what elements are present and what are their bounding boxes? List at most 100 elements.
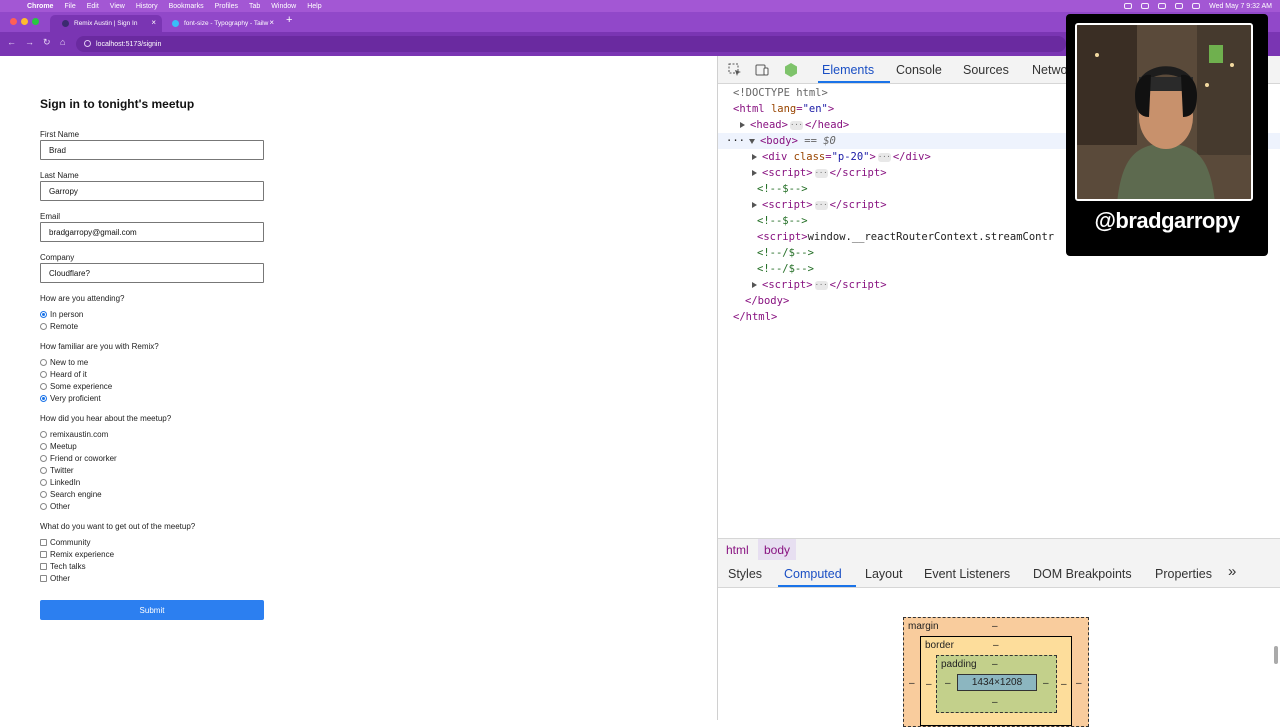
browser-tab-active[interactable]: Remix Austin | Sign In × bbox=[50, 15, 162, 32]
menu-bar-clock[interactable]: Wed May 7 9:32 AM bbox=[1209, 3, 1272, 10]
checkbox-icon[interactable] bbox=[40, 538, 47, 546]
tab-event-listeners[interactable]: Event Listeners bbox=[924, 567, 1010, 581]
tab-network[interactable]: Netwo bbox=[1032, 63, 1067, 77]
radio-icon[interactable] bbox=[40, 454, 47, 462]
reload-icon[interactable]: ↻ bbox=[43, 37, 51, 48]
expand-triangle-icon[interactable] bbox=[752, 154, 757, 160]
address-bar[interactable]: localhost:5173/signin bbox=[76, 36, 1066, 52]
company-input[interactable] bbox=[40, 263, 264, 283]
checkbox-icon[interactable] bbox=[40, 550, 47, 558]
box-model-content-size[interactable]: 1434×1208 bbox=[957, 674, 1037, 691]
status-icon[interactable] bbox=[1124, 3, 1133, 9]
source-option-friend[interactable]: Friend or coworker bbox=[40, 453, 117, 463]
tab-layout[interactable]: Layout bbox=[865, 567, 903, 581]
browser-tab[interactable]: font-size - Typography - Tailw × bbox=[160, 15, 280, 32]
menu-profiles[interactable]: Profiles bbox=[215, 3, 238, 10]
collapsed-content-icon[interactable]: ··· bbox=[814, 280, 828, 290]
source-option-search[interactable]: Search engine bbox=[40, 489, 102, 499]
familiarity-option-some[interactable]: Some experience bbox=[40, 381, 112, 391]
dom-node-script[interactable]: < script > ··· </script > bbox=[718, 277, 1280, 293]
familiarity-option-very[interactable]: Very proficient bbox=[40, 393, 101, 403]
source-option-website[interactable]: remixaustin.com bbox=[40, 429, 108, 439]
radio-icon[interactable] bbox=[40, 382, 47, 390]
radio-icon[interactable] bbox=[40, 322, 47, 330]
last-name-input[interactable] bbox=[40, 181, 264, 201]
collapsed-content-icon[interactable]: ··· bbox=[814, 200, 828, 210]
breadcrumb-body[interactable]: body bbox=[758, 539, 797, 560]
box-model-padding[interactable]: padding – – – – 1434×1208 bbox=[936, 655, 1057, 713]
home-icon[interactable]: ⌂ bbox=[60, 37, 65, 47]
expand-triangle-icon[interactable] bbox=[740, 122, 745, 128]
tab-properties[interactable]: Properties bbox=[1155, 567, 1212, 581]
status-icon[interactable] bbox=[1175, 3, 1184, 9]
radio-icon[interactable] bbox=[40, 466, 47, 474]
tab-console[interactable]: Console bbox=[896, 63, 942, 77]
expand-triangle-icon[interactable] bbox=[752, 282, 757, 288]
window-close-icon[interactable] bbox=[10, 18, 17, 25]
checkbox-icon[interactable] bbox=[40, 562, 47, 570]
menu-tab[interactable]: Tab bbox=[249, 3, 260, 10]
vue-devtools-icon[interactable] bbox=[784, 63, 798, 77]
dom-node-body-close[interactable]: </body > bbox=[718, 293, 1280, 309]
menu-edit[interactable]: Edit bbox=[87, 3, 99, 10]
source-option-linkedin[interactable]: LinkedIn bbox=[40, 477, 80, 487]
familiarity-option-heard[interactable]: Heard of it bbox=[40, 369, 87, 379]
source-option-meetup[interactable]: Meetup bbox=[40, 441, 77, 451]
checkbox-icon[interactable] bbox=[40, 574, 47, 582]
forward-icon[interactable]: → bbox=[25, 37, 34, 47]
dom-node-html-close[interactable]: </html > bbox=[718, 309, 1280, 325]
tab-elements[interactable]: Elements bbox=[822, 63, 874, 77]
more-tabs-icon[interactable]: » bbox=[1228, 563, 1236, 580]
attending-option-in-person[interactable]: In person bbox=[40, 309, 83, 319]
radio-icon[interactable] bbox=[40, 502, 47, 510]
window-minimize-icon[interactable] bbox=[21, 18, 28, 25]
inspect-element-icon[interactable] bbox=[728, 63, 742, 77]
source-option-other[interactable]: Other bbox=[40, 501, 70, 511]
radio-selected-icon[interactable] bbox=[40, 394, 47, 402]
menu-help[interactable]: Help bbox=[307, 3, 321, 10]
collapsed-content-icon[interactable]: ··· bbox=[789, 120, 803, 130]
goals-option-talks[interactable]: Tech talks bbox=[40, 561, 86, 571]
breadcrumb-html[interactable]: html bbox=[720, 539, 755, 560]
box-model-margin[interactable]: margin – – – border – – – padding – – – … bbox=[903, 617, 1089, 727]
device-toolbar-icon[interactable] bbox=[755, 63, 769, 77]
tab-close-icon[interactable]: × bbox=[151, 18, 156, 27]
goals-option-remix[interactable]: Remix experience bbox=[40, 549, 114, 559]
goals-option-other[interactable]: Other bbox=[40, 573, 70, 583]
back-icon[interactable]: ← bbox=[7, 37, 16, 47]
attending-option-remote[interactable]: Remote bbox=[40, 321, 78, 331]
menu-chrome[interactable]: Chrome bbox=[27, 3, 53, 10]
window-zoom-icon[interactable] bbox=[32, 18, 39, 25]
menu-window[interactable]: Window bbox=[271, 3, 296, 10]
collapse-triangle-icon[interactable] bbox=[748, 138, 755, 144]
first-name-input[interactable] bbox=[40, 140, 264, 160]
battery-icon[interactable] bbox=[1192, 3, 1201, 9]
menu-view[interactable]: View bbox=[110, 3, 125, 10]
email-input[interactable] bbox=[40, 222, 264, 242]
radio-icon[interactable] bbox=[40, 478, 47, 486]
expand-triangle-icon[interactable] bbox=[752, 170, 757, 176]
expand-triangle-icon[interactable] bbox=[752, 202, 757, 208]
status-icon[interactable] bbox=[1158, 3, 1167, 9]
devtools-scrollbar[interactable] bbox=[1274, 646, 1278, 664]
dom-node-comment[interactable]: <!--/$--> bbox=[718, 261, 1280, 277]
tab-computed[interactable]: Computed bbox=[784, 567, 842, 581]
row-actions-icon[interactable]: ··· bbox=[726, 135, 745, 147]
menu-file[interactable]: File bbox=[64, 3, 75, 10]
tab-sources[interactable]: Sources bbox=[963, 63, 1009, 77]
collapsed-content-icon[interactable]: ··· bbox=[877, 152, 891, 162]
source-option-twitter[interactable]: Twitter bbox=[40, 465, 74, 475]
site-info-icon[interactable] bbox=[84, 40, 91, 47]
familiarity-option-new[interactable]: New to me bbox=[40, 357, 88, 367]
menu-bookmarks[interactable]: Bookmarks bbox=[169, 3, 204, 10]
collapsed-content-icon[interactable]: ··· bbox=[814, 168, 828, 178]
menu-history[interactable]: History bbox=[136, 3, 158, 10]
tab-styles[interactable]: Styles bbox=[728, 567, 762, 581]
tab-close-icon[interactable]: × bbox=[269, 18, 274, 27]
radio-selected-icon[interactable] bbox=[40, 310, 47, 318]
box-model-border[interactable]: border – – – padding – – – – 1434×1208 bbox=[920, 636, 1072, 726]
new-tab-icon[interactable]: + bbox=[286, 14, 292, 26]
radio-icon[interactable] bbox=[40, 442, 47, 450]
goals-option-community[interactable]: Community bbox=[40, 537, 90, 547]
submit-button[interactable]: Submit bbox=[40, 600, 264, 620]
